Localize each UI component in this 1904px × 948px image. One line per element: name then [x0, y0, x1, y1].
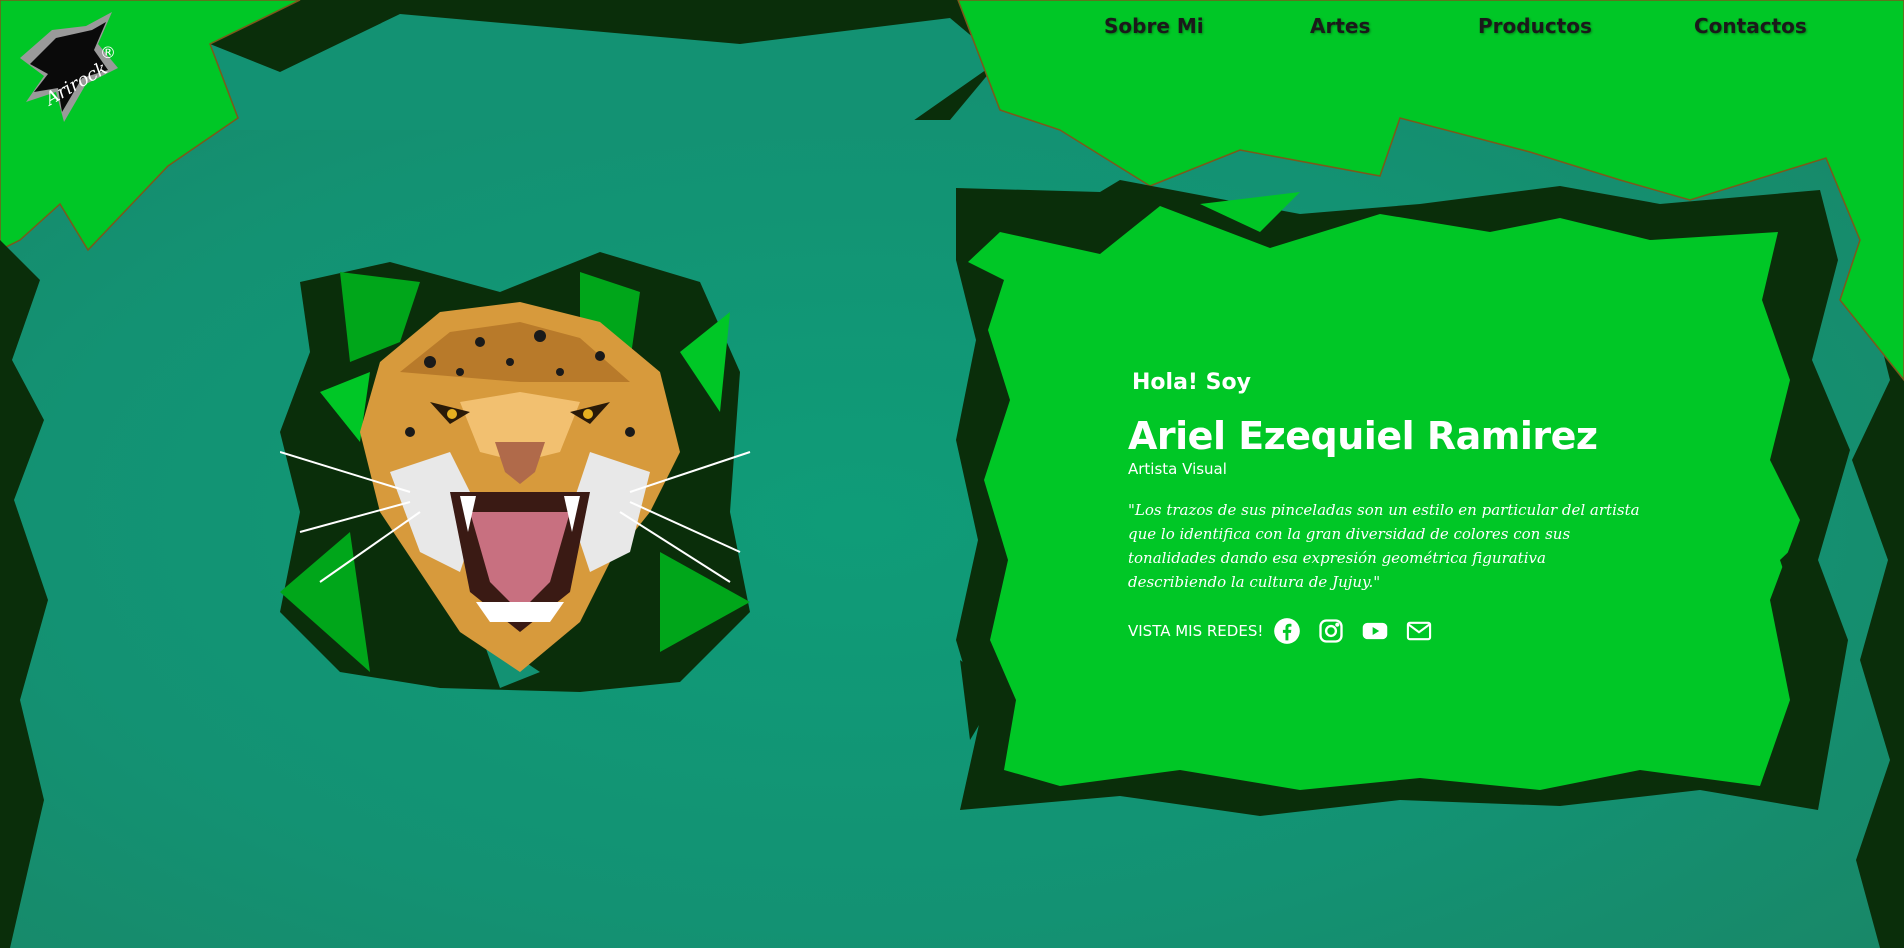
jaguar-artwork — [279, 252, 760, 692]
social-links: VISTA MIS REDES! — [1128, 616, 1688, 646]
nav-item-sobre-mi[interactable]: Sobre Mi — [1104, 14, 1204, 38]
hero-role: Artista Visual — [1128, 460, 1227, 478]
jaguar-illustration — [279, 252, 751, 692]
mail-icon — [1407, 621, 1432, 641]
facebook-icon — [1274, 618, 1301, 644]
instagram-link[interactable] — [1317, 617, 1345, 645]
mail-link[interactable] — [1405, 617, 1433, 645]
nav-item-contactos[interactable]: Contactos — [1694, 14, 1807, 38]
main-nav: Sobre Mi Artes Productos Contactos — [1060, 14, 1880, 46]
page: Arirock ® Sobre Mi Artes Productos Conta… — [0, 0, 1904, 948]
logo-icon: Arirock ® — [20, 12, 118, 122]
hero-name: Ariel Ezequiel Ramirez — [1128, 414, 1598, 458]
nav-item-artes[interactable]: Artes — [1310, 14, 1370, 38]
logo-mark: ® — [100, 43, 116, 62]
hero-card: Hola! Soy Ariel Ezequiel Ramirez Artista… — [1128, 368, 1688, 646]
hero-greeting: Hola! Soy — [1132, 370, 1251, 395]
bg-left-dark — [0, 240, 48, 948]
instagram-icon — [1319, 619, 1344, 643]
youtube-icon — [1363, 622, 1388, 640]
nav-item-productos[interactable]: Productos — [1478, 14, 1592, 38]
youtube-link[interactable] — [1361, 617, 1389, 645]
social-label: VISTA MIS REDES! — [1128, 622, 1264, 640]
facebook-link[interactable] — [1273, 617, 1301, 645]
hero-quote: "Los trazos de sus pinceladas son un est… — [1128, 501, 1640, 591]
logo[interactable]: Arirock ® — [16, 12, 136, 127]
